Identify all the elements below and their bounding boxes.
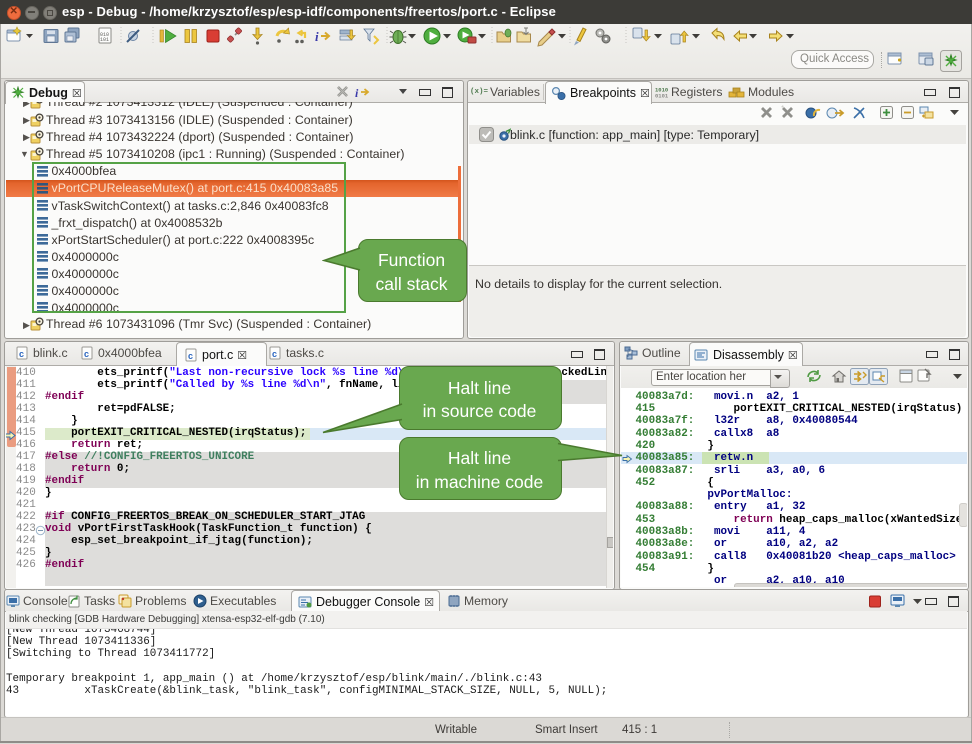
svg-text:c: c	[188, 351, 193, 361]
svg-text:c: c	[19, 349, 24, 359]
svg-text:i: i	[315, 29, 319, 44]
svg-text:c: c	[272, 349, 277, 359]
svg-text:0101: 0101	[655, 92, 668, 99]
svg-text:101: 101	[100, 37, 109, 43]
svg-text:i: i	[355, 86, 359, 100]
svg-text:c: c	[84, 349, 89, 359]
